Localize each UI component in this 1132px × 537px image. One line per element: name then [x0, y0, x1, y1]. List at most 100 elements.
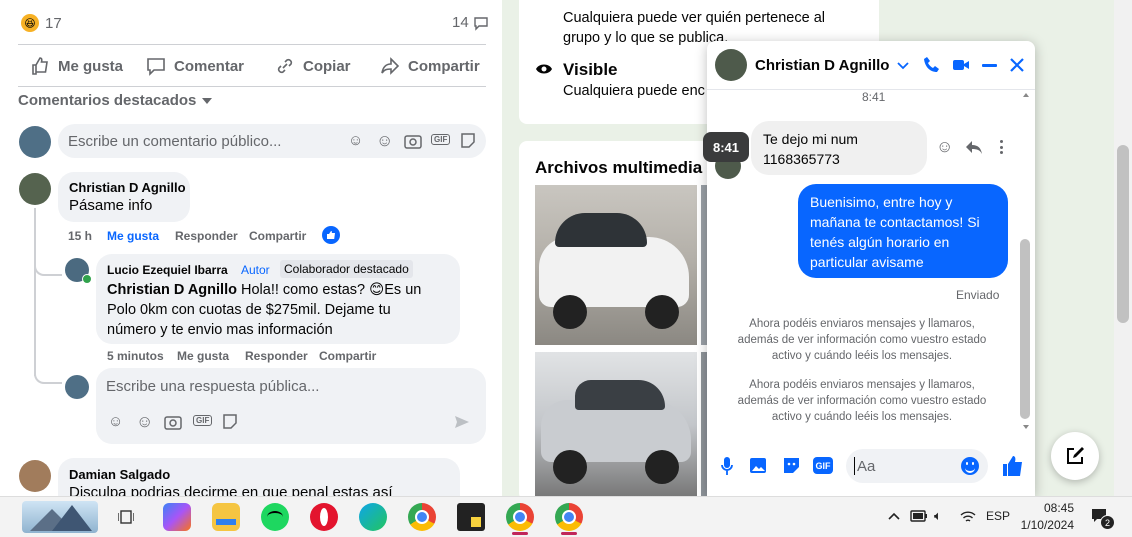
caret-down-icon — [202, 97, 213, 104]
chrome-profile-app-icon[interactable] — [506, 503, 534, 531]
wifi-icon[interactable] — [960, 510, 976, 524]
comment-input-placeholder: Escribe un comentario público... — [68, 133, 282, 150]
reply-like-link[interactable]: Me gusta — [177, 349, 229, 363]
chrome-profile-app-icon[interactable] — [555, 503, 583, 531]
thumbs-up-send-icon[interactable] — [1002, 455, 1024, 477]
contact-avatar[interactable] — [715, 49, 747, 81]
comment-count[interactable]: 14 — [452, 14, 489, 31]
avatar-sticker-icon[interactable]: ☺ — [348, 132, 363, 149]
emoji-icon[interactable]: ☺ — [376, 131, 393, 151]
thumbs-up-icon — [327, 231, 335, 239]
chat-scrollbar[interactable] — [1018, 91, 1032, 433]
chevron-up-icon[interactable] — [888, 512, 900, 520]
system-message: Ahora podéis enviaros mensajes y llamaro… — [713, 316, 1011, 364]
outgoing-line: Buenisimo, entre hoy y — [810, 194, 953, 210]
comment-bubble-icon — [473, 16, 488, 31]
page-scrollbar[interactable] — [1114, 0, 1132, 496]
page-scrollbar-thumb[interactable] — [1117, 145, 1129, 323]
commenter-avatar[interactable] — [19, 173, 51, 205]
react-emoji-icon[interactable]: ☺ — [936, 137, 953, 157]
edge-app-icon[interactable] — [359, 503, 387, 531]
comment-input[interactable]: Escribe un comentario público... ☺ ☺ GIF — [58, 124, 486, 158]
minimize-icon[interactable] — [982, 64, 997, 67]
media-thumbnail-white-car[interactable] — [535, 185, 697, 345]
widgets-weather-button[interactable] — [22, 501, 98, 533]
comment-bubble: Damian Salgado Disculpa podrias decirme … — [58, 458, 460, 501]
reply-text-line: Hola!! como estas? 😊Es un — [236, 282, 422, 298]
comment-author[interactable]: Christian D Agnillo — [69, 180, 186, 195]
reply-input[interactable]: Escribe una respuesta pública... ☺ ☺ GIF — [96, 368, 486, 444]
comment-filter-dropdown[interactable]: Comentarios destacados — [18, 92, 213, 109]
notification-badge: 2 — [1100, 515, 1115, 530]
task-view-icon[interactable] — [118, 509, 134, 525]
like-button[interactable]: Me gusta — [30, 56, 123, 76]
comment-label: Comentar — [174, 57, 245, 75]
system-line: activo y cuándo leéis los mensajes. — [771, 411, 953, 423]
clock[interactable]: 08:45 1/10/2024 — [1020, 500, 1074, 534]
sticker-icon[interactable] — [782, 456, 801, 475]
language-indicator[interactable]: ESP — [986, 509, 1010, 523]
emoji-icon[interactable] — [961, 457, 979, 475]
reply-reply-link[interactable]: Responder — [245, 349, 308, 363]
reply-text-line: número y te envio mas información — [107, 322, 333, 338]
sticky-notes-app-icon[interactable] — [457, 503, 485, 531]
outgoing-message[interactable]: Buenisimo, entre hoy y mañana te contact… — [798, 184, 1008, 278]
microphone-icon[interactable] — [721, 456, 733, 476]
comment-button[interactable]: Comentar — [146, 56, 244, 76]
comment-share-link[interactable]: Compartir — [249, 229, 306, 243]
system-message: Ahora podéis enviaros mensajes y llamaro… — [713, 377, 1011, 425]
chat-scrollbar-thumb[interactable] — [1020, 239, 1030, 419]
user-avatar[interactable] — [65, 375, 89, 399]
reply-timestamp[interactable]: 5 minutos — [107, 349, 164, 363]
active-app-indicator — [512, 532, 528, 535]
more-options-icon[interactable] — [1000, 140, 1003, 154]
sticker-icon[interactable] — [222, 413, 238, 430]
reply-bubble: Lucio Ezequiel Ibarra Autor Colaborador … — [96, 254, 460, 344]
video-call-icon[interactable] — [952, 58, 970, 72]
emoji-icon[interactable]: ☺ — [136, 412, 153, 432]
copy-link-button[interactable]: Copiar — [275, 56, 351, 76]
gif-icon[interactable]: GIF — [193, 415, 213, 426]
commenter-avatar[interactable] — [19, 460, 51, 492]
spotify-app-icon[interactable] — [261, 503, 289, 531]
reply-share-link[interactable]: Compartir — [319, 349, 376, 363]
sticker-icon[interactable] — [460, 132, 476, 149]
comment-timestamp[interactable]: 15 h — [68, 229, 92, 243]
divider — [18, 44, 486, 45]
phone-icon[interactable] — [923, 56, 941, 74]
camera-icon[interactable] — [164, 414, 182, 430]
gif-icon[interactable]: GIF — [813, 457, 833, 474]
comment-reply-link[interactable]: Responder — [175, 229, 238, 243]
media-thumbnail-silver-car[interactable] — [535, 352, 697, 497]
reaction-summary[interactable]: 😆 17 — [21, 14, 62, 32]
user-avatar[interactable] — [19, 126, 51, 158]
mention-link[interactable]: Christian D Agnillo — [107, 282, 237, 298]
battery-icon[interactable] — [910, 510, 928, 522]
incoming-message[interactable]: Te dejo mi num 1168365773 — [751, 121, 927, 175]
gif-icon[interactable]: GIF — [431, 134, 451, 145]
time-tooltip: 8:41 — [703, 132, 749, 162]
reply-icon[interactable] — [965, 140, 983, 155]
reaction-count: 17 — [45, 14, 62, 32]
online-status-dot — [82, 274, 92, 284]
opera-app-icon[interactable] — [310, 503, 338, 531]
reply-author[interactable]: Lucio Ezequiel Ibarra — [107, 263, 228, 277]
contact-name-button[interactable]: Christian D Agnillo — [755, 57, 910, 74]
copilot-app-icon[interactable] — [163, 503, 191, 531]
chrome-app-icon[interactable] — [408, 503, 436, 531]
divider — [18, 86, 486, 87]
like-reaction-badge[interactable] — [322, 226, 340, 244]
comment-author[interactable]: Damian Salgado — [69, 467, 170, 482]
share-button[interactable]: Compartir — [380, 56, 480, 76]
photo-icon[interactable] — [749, 457, 769, 475]
chat-header: Christian D Agnillo — [707, 41, 1035, 90]
new-message-button[interactable] — [1051, 432, 1099, 480]
message-input[interactable]: Aa — [846, 449, 988, 483]
volume-icon[interactable]: 🔈︎ — [934, 508, 942, 524]
camera-icon[interactable] — [404, 133, 422, 149]
comment-like-link[interactable]: Me gusta — [107, 229, 159, 243]
avatar-sticker-icon[interactable]: ☺ — [108, 413, 123, 430]
file-explorer-icon[interactable] — [212, 503, 240, 531]
send-icon[interactable] — [454, 414, 470, 430]
close-icon[interactable] — [1009, 57, 1025, 73]
